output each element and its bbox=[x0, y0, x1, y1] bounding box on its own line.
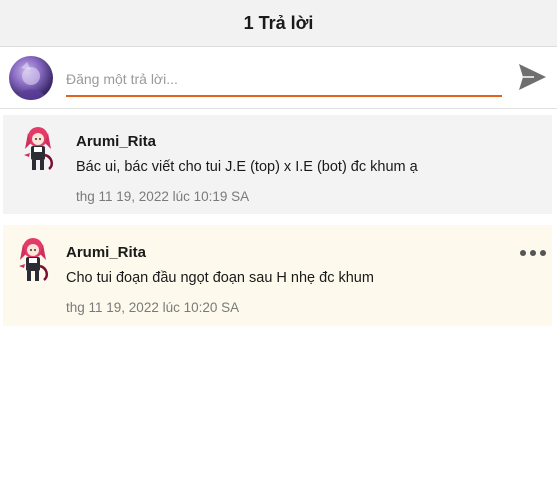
page-title: 1 Trả lời bbox=[243, 12, 314, 33]
more-horizontal-icon bbox=[520, 250, 546, 256]
reply-item: Arumi_Rita Bác ui, bác viết cho tui J.E … bbox=[3, 115, 552, 214]
author-name[interactable]: Arumi_Rita bbox=[76, 133, 156, 150]
replies-header: 1 Trả lời bbox=[0, 0, 557, 47]
reply-item: Arumi_Rita Cho tui đoạn đầu ngọt đoạn sa… bbox=[3, 225, 552, 326]
author-name[interactable]: Arumi_Rita bbox=[66, 244, 146, 261]
send-icon bbox=[519, 64, 546, 90]
more-options-button[interactable] bbox=[519, 246, 547, 258]
reply-text: Cho tui đoạn đầu ngọt đoạn sau H nhẹ đc … bbox=[66, 270, 374, 286]
reply-timestamp: thg 11 19, 2022 lúc 10:19 SA bbox=[76, 189, 250, 204]
reply-timestamp: thg 11 19, 2022 lúc 10:20 SA bbox=[66, 300, 240, 315]
current-user-avatar bbox=[9, 56, 53, 100]
reply-text: Bác ui, bác viết cho tui J.E (top) x I.E… bbox=[76, 159, 418, 175]
reply-input[interactable] bbox=[66, 63, 502, 97]
send-button[interactable] bbox=[516, 61, 548, 93]
reply-compose bbox=[0, 47, 557, 109]
author-avatar[interactable] bbox=[16, 123, 60, 175]
author-avatar[interactable] bbox=[11, 234, 55, 286]
